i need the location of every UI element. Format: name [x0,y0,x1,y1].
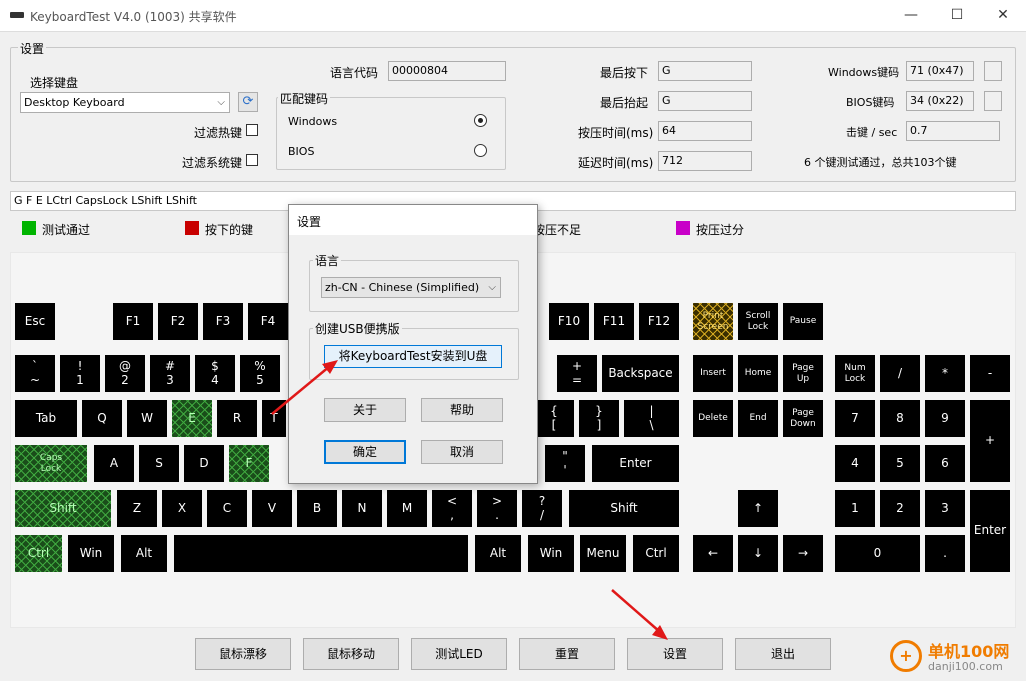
arrow-to-settings [611,589,661,633]
annotation-arrows [271,360,668,640]
watermark: + 单机100网 danji100.com [866,634,1016,680]
arrow-to-install [271,365,331,415]
watermark-url: danji100.com [928,660,1003,673]
watermark-logo-icon: + [890,640,922,672]
watermark-brand: 单机100网 [928,642,1010,661]
